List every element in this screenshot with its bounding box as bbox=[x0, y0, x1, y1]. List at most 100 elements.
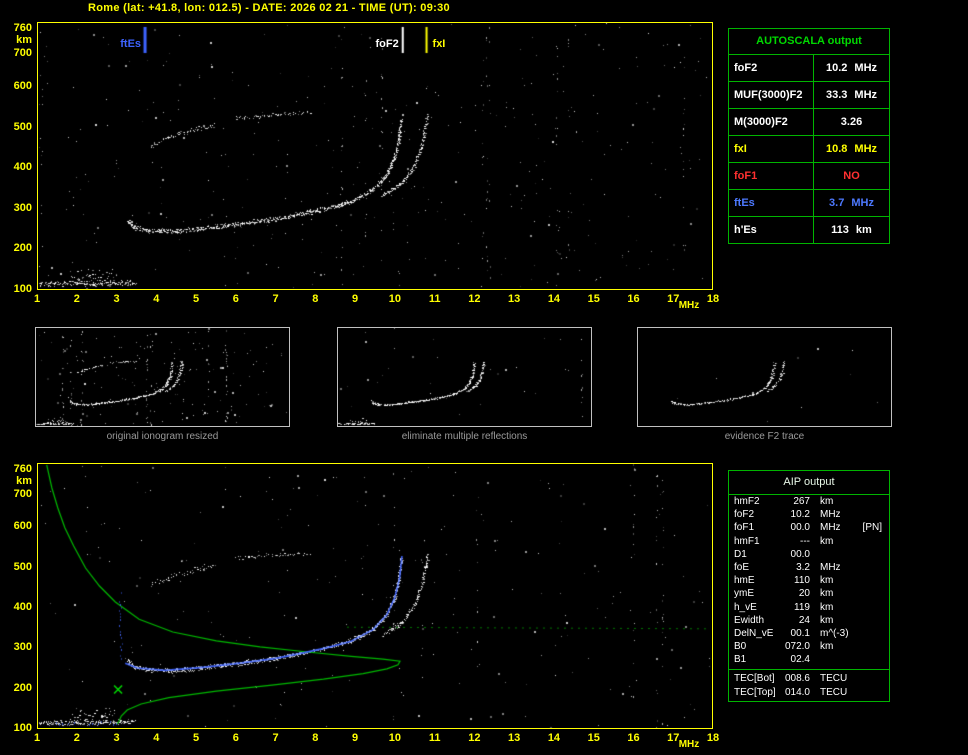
autoscala-row-value: 3.7 MHz bbox=[813, 190, 889, 216]
aip-row-value: --- bbox=[800, 535, 810, 547]
autoscala-row-value: NO bbox=[813, 163, 889, 189]
aip-row-label: ymE bbox=[734, 588, 754, 600]
aip-row-unit: MHz bbox=[820, 522, 841, 534]
aip-row-value: 3.2 bbox=[796, 561, 810, 573]
aip-row: TEC[Top] 014.0 TECU bbox=[729, 686, 889, 699]
y-axis-unit-top: km bbox=[16, 34, 32, 46]
aip-row-unit: MHz bbox=[820, 561, 841, 573]
aip-output-title: AIP output bbox=[729, 471, 889, 495]
thumbnail-caption-original: original ionogram resized bbox=[106, 431, 219, 442]
y-tick-label-top: 500 bbox=[13, 120, 32, 133]
autoscala-row-label: M(3000)F2 bbox=[734, 116, 788, 128]
aip-row-label: B0 bbox=[734, 641, 747, 653]
y-tick-label-top: 600 bbox=[13, 79, 32, 92]
x-tick-label-top: 13 bbox=[508, 293, 521, 305]
thumbnail-eliminate-reflections bbox=[337, 327, 592, 427]
x-tick-label-bottom: 7 bbox=[272, 732, 279, 744]
aip-row-label: h_vE bbox=[734, 601, 757, 613]
aip-row-label: Ewidth bbox=[734, 614, 765, 626]
autoscala-row-value: 33.3 MHz bbox=[813, 82, 889, 108]
aip-row-label: hmF2 bbox=[734, 496, 760, 507]
aip-row: ymE 20 km bbox=[729, 587, 889, 600]
y-tick-label-bottom: 200 bbox=[13, 681, 32, 694]
aip-row-unit: km bbox=[820, 601, 834, 613]
top-ionogram-plot: ftEs foF2 fxI bbox=[37, 22, 713, 290]
aip-row-unit: MHz bbox=[820, 509, 841, 521]
marker-label-fof2: foF2 bbox=[375, 38, 399, 50]
thumbnail-evidence-f2 bbox=[637, 327, 892, 427]
aip-row-value: 119 bbox=[794, 601, 810, 613]
aip-row-value: 014.0 bbox=[784, 686, 810, 698]
page-title: Rome (lat: +41.8, lon: 012.5) - DATE: 20… bbox=[88, 2, 450, 14]
x-tick-label-bottom: 3 bbox=[113, 732, 120, 744]
autoscala-row: fxI 10.8 MHz bbox=[729, 135, 889, 162]
aip-row-unit: km bbox=[820, 614, 834, 626]
autoscala-row-value: 3.26 bbox=[813, 109, 889, 135]
x-tick-label-bottom: 11 bbox=[428, 732, 441, 744]
autoscala-row-value: 113 km bbox=[813, 217, 889, 243]
y-tick-label-top: 300 bbox=[13, 201, 32, 214]
aip-row-label: D1 bbox=[734, 548, 747, 560]
aip-tec-rows: TEC[Bot] 008.6 TECU TEC[Top] 014.0 TECU bbox=[729, 672, 889, 698]
x-tick-label-bottom: 4 bbox=[153, 732, 160, 744]
x-tick-label-bottom: 15 bbox=[587, 732, 600, 744]
y-tick-label-bottom: 600 bbox=[13, 520, 32, 533]
autoscala-row: h'Es 113 km bbox=[729, 216, 889, 243]
thumbnail-caption-evidence: evidence F2 trace bbox=[724, 431, 805, 442]
x-axis-unit-bottom: MHz bbox=[678, 739, 700, 750]
aip-row: hmE 110 km bbox=[729, 574, 889, 587]
aip-row: foF1 00.0 MHz [PN] bbox=[729, 521, 889, 534]
aip-row: h_vE 119 km bbox=[729, 601, 889, 614]
x-tick-label-bottom: 12 bbox=[468, 732, 481, 744]
x-tick-label-bottom: 8 bbox=[312, 732, 319, 744]
aip-row-label: TEC[Bot] bbox=[734, 673, 775, 685]
aip-row-unit: TECU bbox=[820, 673, 848, 685]
bottom-ionogram-canvas bbox=[38, 464, 712, 728]
aip-row-value: 24 bbox=[798, 614, 810, 626]
aip-row: hmF1 --- km bbox=[729, 535, 889, 548]
aip-row: TEC[Bot] 008.6 TECU bbox=[729, 672, 889, 685]
y-tick-label-top: 760 bbox=[13, 22, 32, 34]
y-tick-label-top: 400 bbox=[13, 161, 32, 174]
y-tick-label-bottom: 300 bbox=[13, 641, 32, 654]
x-tick-label-bottom: 2 bbox=[73, 732, 80, 744]
aip-row-unit: km bbox=[820, 641, 834, 653]
aip-row-value: 00.0 bbox=[790, 548, 810, 560]
aip-row-unit: m^(-3) bbox=[820, 627, 849, 639]
x-tick-label-bottom: 1 bbox=[33, 732, 41, 744]
x-tick-label-top: 15 bbox=[587, 293, 600, 305]
x-tick-label-bottom: 9 bbox=[352, 732, 359, 744]
aip-row: DelN_vE 00.1 m^(-3) bbox=[729, 627, 889, 640]
aip-row: hmF2 267 km bbox=[729, 495, 889, 508]
x-tick-label-top: 7 bbox=[272, 293, 279, 305]
aip-row-unit: km bbox=[820, 575, 834, 587]
aip-rows: hmF2 267 km foF2 10.2 MHz foF1 00.0 MHz [PN] hmF1 -… bbox=[729, 495, 889, 666]
x-tick-label-top: 12 bbox=[468, 293, 481, 305]
marker-label-ftes: ftEs bbox=[120, 38, 142, 50]
aip-row-unit: km bbox=[820, 535, 834, 547]
x-tick-label-top: 5 bbox=[192, 293, 200, 305]
aip-row-label: B1 bbox=[734, 654, 747, 666]
autoscala-row-value: 10.8 MHz bbox=[813, 136, 889, 162]
x-tick-label-bottom: 16 bbox=[627, 732, 640, 744]
autoscala-row-value: 10.2 MHz bbox=[813, 55, 889, 81]
thumbnail-original-canvas bbox=[36, 328, 289, 426]
aip-row: Ewidth 24 km bbox=[729, 614, 889, 627]
x-axis-unit-top: MHz bbox=[678, 300, 700, 311]
aip-row-label: hmE bbox=[734, 575, 755, 587]
aip-row-value: 267 bbox=[793, 496, 810, 507]
x-tick-label-top: 14 bbox=[547, 293, 561, 305]
autoscala-output-title: AUTOSCALA output bbox=[756, 35, 862, 47]
y-tick-label-bottom: 700 bbox=[13, 488, 32, 500]
y-axis-unit-bottom: km bbox=[16, 475, 32, 487]
x-tick-label-bottom: 14 bbox=[547, 732, 561, 744]
y-tick-label-bottom: 400 bbox=[13, 601, 32, 614]
autoscala-output-panel: AUTOSCALA output foF2 10.2 MHz MUF(3000)F2 3… bbox=[728, 28, 890, 244]
x-tick-label-top: 1 bbox=[33, 293, 41, 305]
y-tick-label-top: 700 bbox=[13, 47, 32, 59]
autoscala-rows: foF2 10.2 MHz MUF(3000)F2 33.3 MHz M(3000)F2 3.… bbox=[729, 54, 889, 243]
aip-row-value: 072.0 bbox=[784, 641, 810, 653]
bottom-ionogram-plot bbox=[37, 463, 713, 729]
marker-label-fxi: fxI bbox=[432, 38, 446, 50]
autoscala-row-label: MUF(3000)F2 bbox=[734, 89, 803, 101]
